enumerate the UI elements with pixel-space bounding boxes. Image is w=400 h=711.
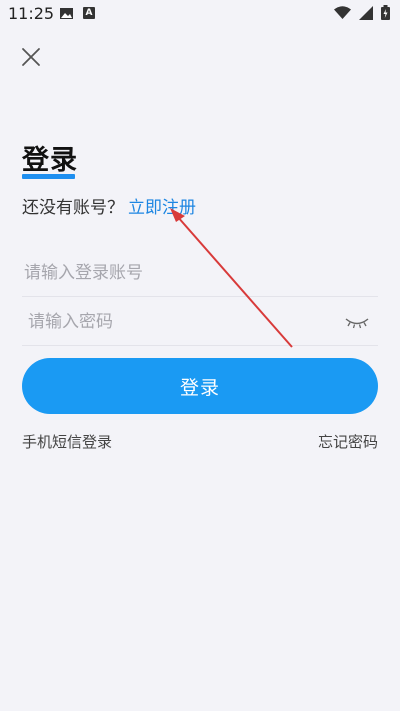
forgot-password-link[interactable]: 忘记密码 — [318, 431, 378, 452]
login-button[interactable]: 登录 — [22, 358, 378, 414]
battery-icon — [381, 5, 390, 20]
page-title: 登录 — [22, 145, 78, 176]
eye-closed-icon[interactable] — [344, 314, 370, 330]
password-field-container — [22, 298, 378, 346]
a-notification-icon: A — [83, 7, 95, 19]
register-row: 还没有账号？ 立即注册 — [22, 193, 196, 218]
account-field-container — [22, 249, 378, 297]
image-icon — [60, 8, 73, 19]
wifi-icon — [334, 6, 351, 19]
annotation-arrow-icon — [170, 208, 293, 348]
close-icon[interactable] — [20, 46, 42, 68]
register-link[interactable]: 立即注册 — [128, 198, 196, 218]
title-underline — [22, 174, 75, 179]
account-input[interactable] — [22, 249, 378, 296]
signal-icon — [359, 5, 373, 20]
status-bar: 11:25 A — [0, 0, 400, 28]
sms-login-link[interactable]: 手机短信登录 — [22, 431, 112, 452]
password-input[interactable] — [22, 298, 378, 345]
status-time: 11:25 — [8, 4, 55, 23]
register-prompt: 还没有账号？ — [22, 198, 124, 218]
